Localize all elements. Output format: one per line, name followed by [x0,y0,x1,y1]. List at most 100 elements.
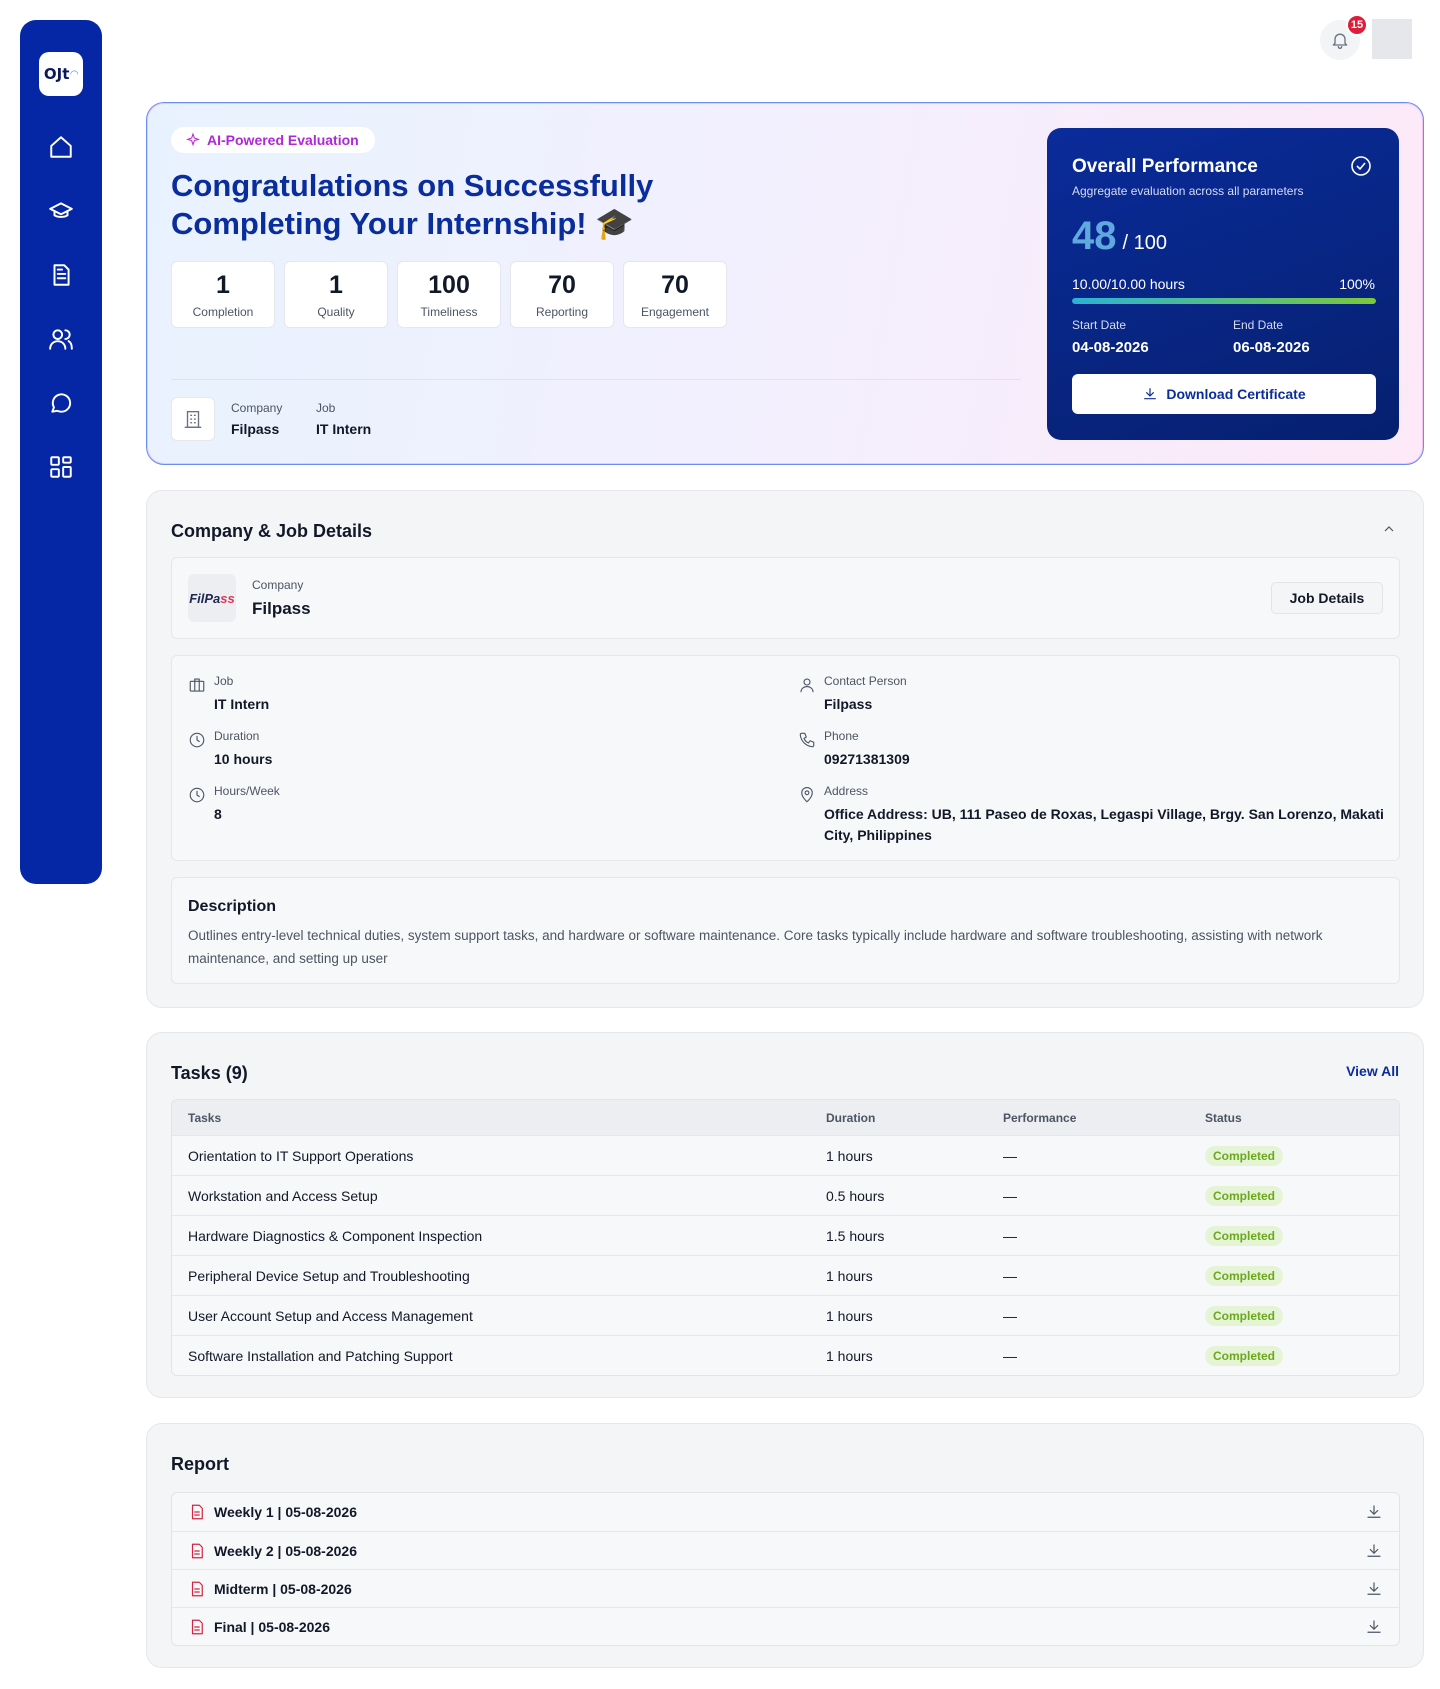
sidebar-item-documents[interactable] [47,262,75,288]
table-row[interactable]: Workstation and Access Setup 0.5 hours —… [172,1175,1399,1215]
sidebar: OJt ◠ [20,20,102,884]
stat-engagement: 70 Engagement [623,261,727,328]
report-item[interactable]: Weekly 1 | 05-08-2026 [172,1493,1399,1531]
start-date-value: 04-08-2026 [1072,339,1149,356]
table-row[interactable]: Orientation to IT Support Operations 1 h… [172,1135,1399,1175]
avatar[interactable] [1372,19,1412,59]
task-name: Orientation to IT Support Operations [188,1147,414,1164]
detail-label: Duration [214,729,260,743]
score-stats: 1 Completion 1 Quality 100 Timeliness 70… [171,261,727,328]
company-label: Company [252,578,304,592]
company-job-section: Company & Job Details FilPa ss Company Fi… [146,490,1424,1008]
score-max: / 100 [1122,232,1167,254]
report-item[interactable]: Midterm | 05-08-2026 [172,1569,1399,1607]
task-name: Peripheral Device Setup and Troubleshoot… [188,1267,470,1284]
view-all-link[interactable]: View All [1346,1063,1399,1079]
task-name: User Account Setup and Access Management [188,1307,473,1324]
app-logo[interactable]: OJt ◠ [39,52,83,96]
performance-subtitle: Aggregate evaluation across all paramete… [1072,184,1304,198]
report-section: Report Weekly 1 | 05-08-2026 Weekly 2 | … [146,1423,1424,1668]
hours-progress-bar [1072,298,1376,304]
building-icon [171,397,215,441]
stat-value: 100 [428,270,470,299]
stat-value: 1 [329,270,343,299]
performance-score: 48 / 100 [1072,214,1167,259]
report-label: Midterm | 05-08-2026 [214,1580,352,1597]
task-performance: — [1003,1267,1017,1284]
task-performance: — [1003,1147,1017,1164]
task-duration: 0.5 hours [826,1187,885,1204]
download-icon [1144,388,1157,400]
start-date-label: Start Date [1072,318,1127,332]
download-icon[interactable] [1365,1503,1383,1521]
status-badge: Completed [1205,1345,1284,1366]
app-logo-text: OJt [43,65,70,83]
stat-quality: 1 Quality [284,261,388,328]
graduation-cap-icon [49,202,73,218]
sidebar-nav [47,134,75,480]
download-icon[interactable] [1365,1618,1383,1636]
download-icon[interactable] [1365,1580,1383,1598]
page-title: Congratulations on Successfully Completi… [171,168,654,241]
tasks-table: Tasks Duration Performance Status Orient… [171,1099,1400,1376]
task-name: Workstation and Access Setup [188,1187,378,1204]
task-name: Hardware Diagnostics & Component Inspect… [188,1227,483,1244]
detail-label: Phone [824,729,859,743]
hero-company-value: Filpass [231,421,280,437]
sidebar-item-messages[interactable] [47,390,75,416]
job-details-grid: Job IT Intern Duration 10 hours Hours/We… [171,655,1400,861]
sidebar-item-users[interactable] [47,326,75,352]
download-certificate-button[interactable]: Download Certificate [1072,374,1376,414]
performance-title: Overall Performance [1072,156,1258,177]
bell-icon [1332,33,1348,49]
sidebar-item-internships[interactable] [47,198,75,224]
document-icon [53,264,70,286]
task-performance: — [1003,1307,1017,1324]
sidebar-item-home[interactable] [47,134,75,160]
sidebar-item-apps[interactable] [47,454,75,480]
company-logo-text-a: FilPa [189,590,221,606]
hero-company-label: Company [231,401,283,415]
status-badge: Completed [1205,1305,1284,1326]
detail-label: Hours/Week [214,784,280,798]
overall-performance-card: Overall Performance Aggregate evaluation… [1047,128,1399,440]
status-badge: Completed [1205,1185,1284,1206]
hero-company: Company Filpass [231,401,282,437]
detail-hours-week: Hours/Week 8 [188,784,280,825]
table-row[interactable]: Software Installation and Patching Suppo… [172,1335,1399,1375]
section-title: Report [171,1454,229,1474]
hours-percent: 100% [1339,276,1375,292]
task-duration: 1.5 hours [826,1227,885,1244]
stat-completion: 1 Completion [171,261,275,328]
company-logo: FilPa ss [188,574,236,622]
user-icon [798,676,816,694]
stat-value: 70 [548,270,576,299]
download-icon[interactable] [1365,1542,1383,1560]
end-date-value: 06-08-2026 [1233,339,1310,356]
report-label: Weekly 2 | 05-08-2026 [214,1542,357,1559]
pdf-file-icon [188,1618,206,1636]
detail-label: Contact Person [824,674,907,688]
hero-job-label: Job [316,401,336,415]
status-badge: Completed [1205,1265,1284,1286]
ai-evaluation-badge: AI-Powered Evaluation [171,127,375,153]
report-label: Final | 05-08-2026 [214,1618,330,1635]
detail-job: Job IT Intern [188,674,269,715]
hero-job: Job IT Intern [316,401,371,437]
table-row[interactable]: User Account Setup and Access Management… [172,1295,1399,1335]
table-row[interactable]: Peripheral Device Setup and Troubleshoot… [172,1255,1399,1295]
map-pin-icon [798,786,816,804]
collapse-button[interactable] [1381,521,1397,537]
report-item[interactable]: Weekly 2 | 05-08-2026 [172,1531,1399,1569]
task-performance: — [1003,1187,1017,1204]
job-details-button[interactable]: Job Details [1271,582,1383,614]
sparkle-icon [185,132,201,147]
hours-progress-text: 10.00/10.00 hours [1072,276,1185,292]
description-box: Description Outlines entry-level technic… [171,877,1400,984]
chat-bubble-icon [51,393,72,413]
detail-address: Address Office Address: UB, 111 Paseo de… [798,784,1388,846]
report-item[interactable]: Final | 05-08-2026 [172,1607,1399,1645]
notifications-button[interactable]: 15 [1320,14,1368,60]
table-row[interactable]: Hardware Diagnostics & Component Inspect… [172,1215,1399,1255]
stat-label: Completion [192,304,254,319]
